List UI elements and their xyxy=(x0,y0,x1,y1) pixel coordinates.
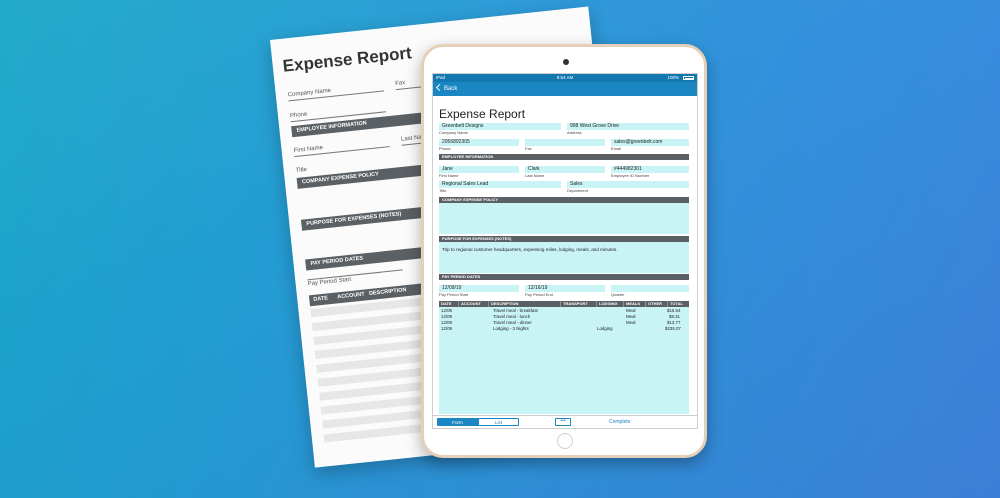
th-transport: TRANSPORT xyxy=(561,301,597,307)
department-field[interactable]: Sales xyxy=(567,181,689,188)
first-name-field[interactable]: Jane xyxy=(439,166,519,173)
back-label: Back xyxy=(444,86,458,92)
expense-table-header: DATE ACCOUNT DESCRIPTION TRANSPORT LODGI… xyxy=(439,301,689,307)
more-button[interactable]: ••• xyxy=(555,418,571,426)
cell-total: $235.07 xyxy=(665,326,681,331)
title-label: Title xyxy=(439,188,447,193)
employee-id-field[interactable]: #444982301 xyxy=(611,166,689,173)
first-name-label: First Name xyxy=(439,173,459,178)
th-lodging: LODGING xyxy=(597,301,624,307)
pay-period-start-field[interactable]: 12/09/19 xyxy=(439,285,519,292)
pay-period-end-field[interactable]: 12/16/19 xyxy=(525,285,605,292)
address-label: Address xyxy=(567,130,582,135)
address-field[interactable]: 998 West Grove Drive xyxy=(567,123,689,130)
quarter-field[interactable] xyxy=(611,285,689,292)
ipad-screen: iPad 8:54 AM 100% Back Expense Report Gr… xyxy=(432,73,698,429)
pay-period-start-label: Pay Period Start xyxy=(439,292,469,297)
back-button[interactable]: Back xyxy=(435,83,458,94)
battery-percent: 100% xyxy=(667,75,679,80)
quarter-label: Quarter xyxy=(611,292,625,297)
paper-th-account: ACCOUNT xyxy=(336,291,365,301)
email-field[interactable]: sales@greenbelt.com xyxy=(611,139,689,146)
paper-label-title: Title xyxy=(295,166,308,175)
cell-date: 12/09 xyxy=(441,326,452,331)
fax-label: Fax xyxy=(525,146,532,151)
department-label: Department xyxy=(567,188,588,193)
section-employee-information: EMPLOYEE INFORMATION xyxy=(439,154,689,160)
phone-label: Phone xyxy=(439,146,451,151)
company-name-field[interactable]: Greenbelt Designs xyxy=(439,123,561,130)
expense-policy-area[interactable] xyxy=(439,203,689,234)
tab-form[interactable]: Form xyxy=(437,418,478,426)
complete-button[interactable]: Complete xyxy=(609,418,630,426)
th-description: DESCRIPTION xyxy=(489,301,561,307)
pay-period-end-label: Pay Period End xyxy=(525,292,553,297)
status-bar: iPad 8:54 AM 100% xyxy=(433,74,697,82)
paper-th-date: DATE xyxy=(313,295,329,303)
form-title: Expense Report xyxy=(439,107,526,121)
tab-list[interactable]: List xyxy=(478,418,519,426)
paper-label-fax: Fax xyxy=(394,80,406,88)
bottom-toolbar: Form List ••• Complete xyxy=(433,415,697,428)
fax-field[interactable] xyxy=(525,139,605,146)
company-name-label: Company Name xyxy=(439,130,468,135)
th-total: TOTAL xyxy=(670,301,683,306)
cell-lodging: Lodging xyxy=(597,326,613,331)
purpose-notes-text: Trip to regional customer headquarters, … xyxy=(442,247,618,252)
th-meals: MEALS xyxy=(624,301,646,307)
title-field[interactable]: Regional Sales Lead xyxy=(439,181,561,188)
paper-line xyxy=(307,269,403,281)
home-button[interactable] xyxy=(557,433,573,449)
purpose-notes-area[interactable]: Trip to regional customer headquarters, … xyxy=(439,242,689,273)
cell-description: Lodging - 3 Nights xyxy=(493,326,529,331)
employee-id-label: Employee ID Number xyxy=(611,173,650,178)
paper-th-description: DESCRIPTION xyxy=(368,287,407,298)
chevron-left-icon xyxy=(435,83,444,92)
th-date: DATE xyxy=(439,301,459,307)
expense-table: DATE ACCOUNT DESCRIPTION TRANSPORT LODGI… xyxy=(439,301,689,414)
section-pay-period: PAY PERIOD DATES xyxy=(439,274,689,280)
camera-icon xyxy=(563,59,569,65)
paper-label-phone: Phone xyxy=(289,111,308,120)
paper-title: Expense Report xyxy=(281,43,413,76)
status-time: 8:54 AM xyxy=(556,75,574,80)
nav-bar: Back xyxy=(433,82,697,96)
phone-field[interactable]: 2056892305 xyxy=(439,139,519,146)
th-other: OTHER xyxy=(646,301,668,307)
last-name-field[interactable]: Clark xyxy=(525,166,605,173)
last-name-label: Last Name xyxy=(525,173,545,178)
th-account: ACCOUNT xyxy=(459,301,489,307)
cell-meals: Meal xyxy=(626,320,636,325)
battery-icon xyxy=(683,76,694,80)
email-label: Email xyxy=(611,146,622,151)
